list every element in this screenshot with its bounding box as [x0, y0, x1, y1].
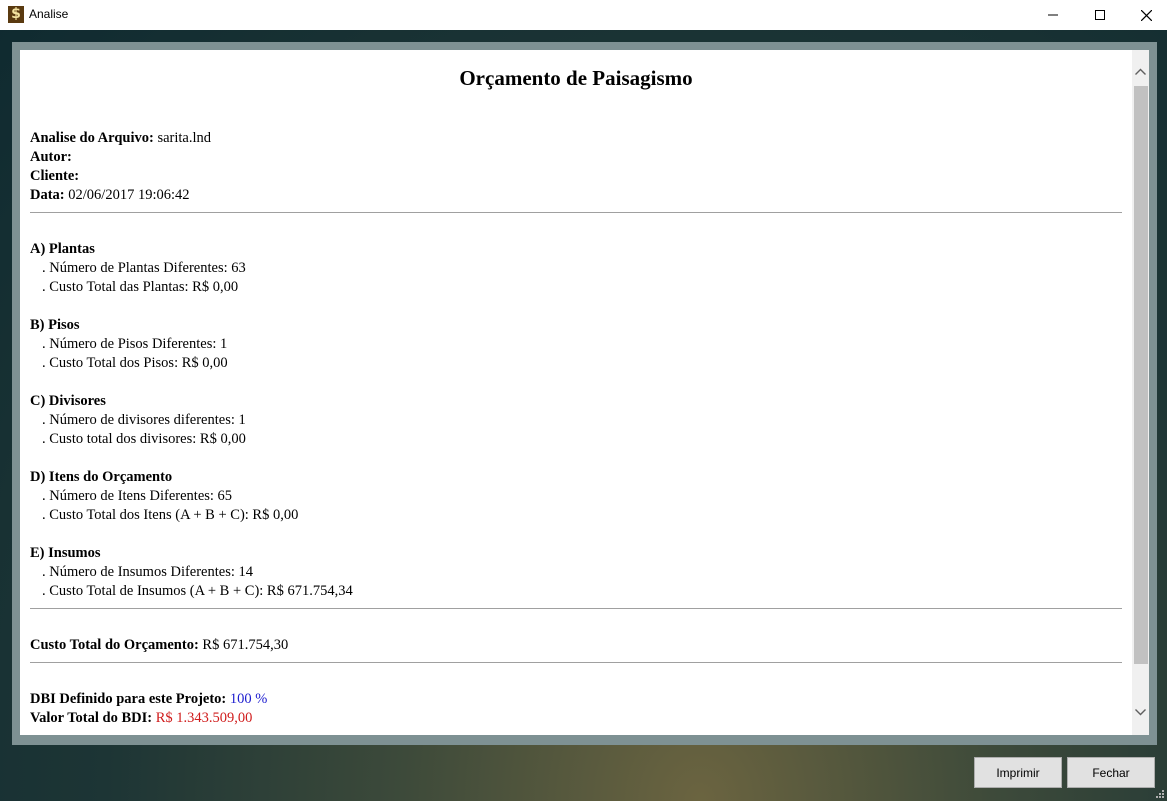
vertical-scrollbar[interactable]: [1132, 50, 1149, 735]
section-heading: C) Divisores: [30, 393, 106, 409]
divider: [30, 608, 1122, 609]
section-line: . Custo Total de Insumos (A + B + C): R$…: [42, 583, 353, 599]
section-line: . Custo Total dos Pisos: R$ 0,00: [42, 355, 228, 371]
scroll-down-button[interactable]: [1132, 704, 1149, 721]
report-document: Orçamento de Paisagismo Analise do Arqui…: [20, 50, 1132, 735]
bdi-value: R$ 1.343.509,00: [155, 710, 253, 726]
section-line: . Número de Plantas Diferentes: 63: [42, 260, 246, 276]
date-line: Data: 02/06/2017 19:06:42: [30, 187, 190, 203]
dollar-icon: $: [8, 6, 24, 23]
close-icon: [1140, 9, 1152, 21]
minimize-icon: [1048, 14, 1058, 16]
maximize-button[interactable]: [1077, 0, 1123, 30]
section-heading: D) Itens do Orçamento: [30, 469, 173, 485]
section-heading: A) Plantas: [30, 241, 95, 257]
total-line: Custo Total do Orçamento: R$ 671.754,30: [30, 637, 289, 653]
total-value: R$ 671.754,30: [202, 637, 289, 653]
section-line: . Custo total dos divisores: R$ 0,00: [42, 431, 246, 447]
divider: [30, 662, 1122, 663]
client-label: Cliente:: [30, 168, 80, 184]
section-line: . Número de Pisos Diferentes: 1: [42, 336, 228, 352]
chevron-down-icon: [1135, 709, 1146, 716]
minimize-button[interactable]: [1030, 0, 1076, 30]
section-line: . Custo Total dos Itens (A + B + C): R$ …: [42, 507, 299, 523]
author-label: Autor:: [30, 149, 72, 165]
bdi-line: Valor Total do BDI: R$ 1.343.509,00: [30, 710, 253, 726]
close-button[interactable]: Fechar: [1067, 757, 1155, 788]
chevron-up-icon: [1135, 68, 1146, 75]
scrollbar-thumb[interactable]: [1134, 86, 1148, 664]
section-line: . Custo Total das Plantas: R$ 0,00: [42, 279, 239, 295]
resize-grip-icon[interactable]: [1155, 789, 1165, 799]
section-heading: B) Pisos: [30, 317, 80, 333]
close-window-button[interactable]: [1123, 0, 1167, 30]
scroll-up-button[interactable]: [1132, 63, 1149, 80]
title-bar: $ Analise: [0, 0, 1167, 30]
date-value: 02/06/2017 19:06:42: [68, 187, 190, 203]
maximize-icon: [1095, 10, 1105, 20]
dbi-value: 100 %: [229, 691, 268, 707]
report-title: Orçamento de Paisagismo: [459, 66, 693, 90]
section-line: . Número de divisores diferentes: 1: [42, 412, 246, 428]
section-heading: E) Insumos: [30, 545, 101, 561]
dbi-line: DBI Definido para este Projeto: 100 %: [30, 691, 268, 707]
window-title: Analise: [29, 7, 69, 21]
file-line: Analise do Arquivo: sarita.lnd: [30, 130, 212, 146]
divider: [30, 212, 1122, 213]
file-value: sarita.lnd: [157, 130, 212, 146]
section-line: . Número de Itens Diferentes: 65: [42, 488, 233, 504]
print-button[interactable]: Imprimir: [974, 757, 1062, 788]
section-line: . Número de Insumos Diferentes: 14: [42, 564, 254, 580]
